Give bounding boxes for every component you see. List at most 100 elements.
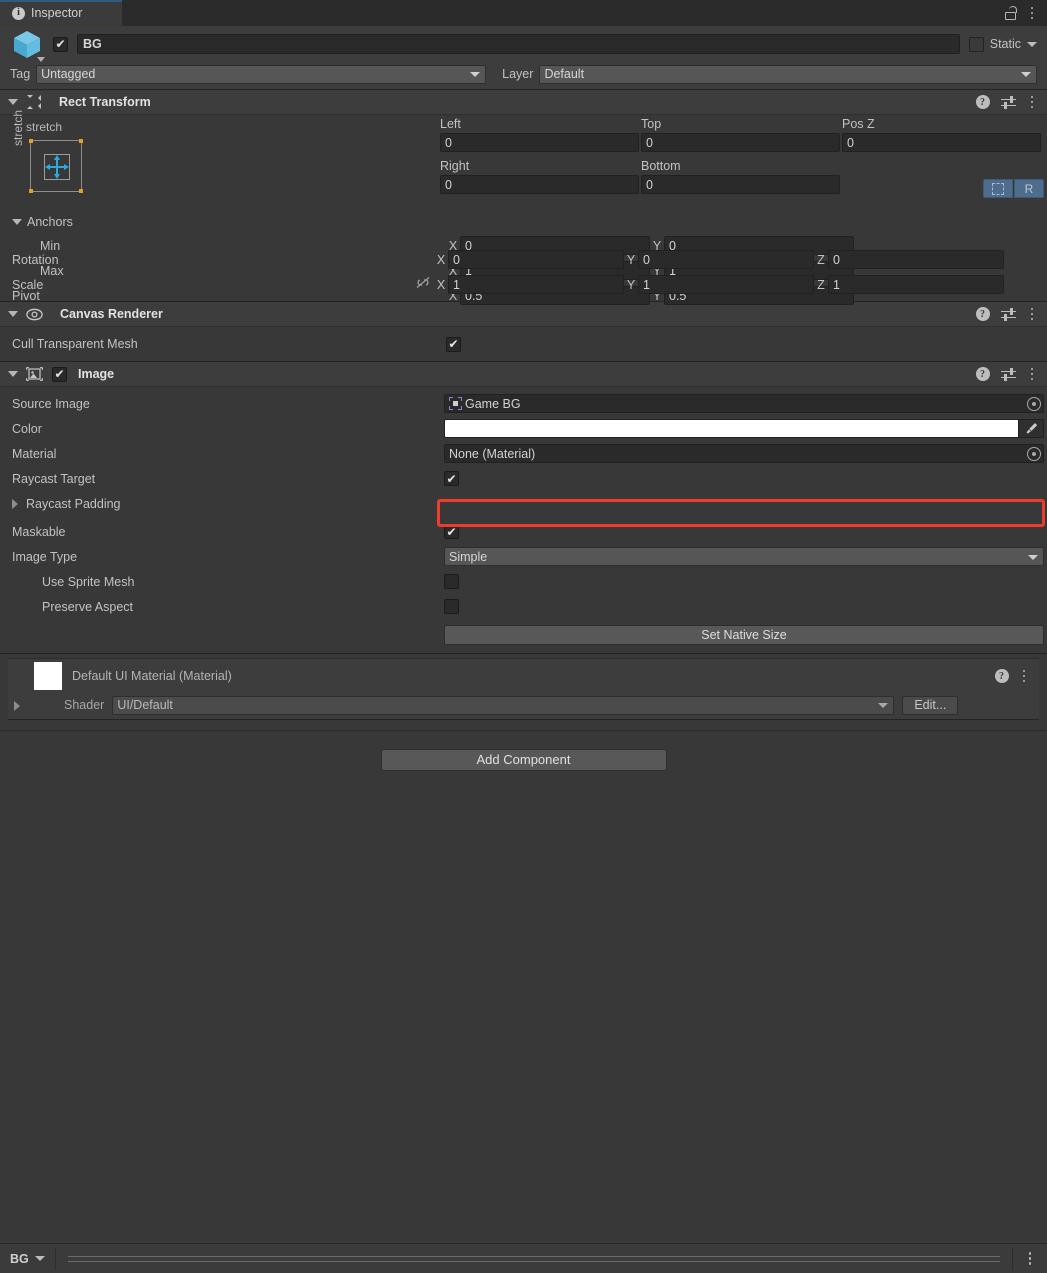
rotation-x-input[interactable]: 0 (448, 250, 624, 269)
foldout-collapsed-icon[interactable] (12, 498, 18, 509)
static-dropdown-icon[interactable] (1027, 41, 1037, 47)
kebab-menu-icon[interactable] (1019, 668, 1030, 685)
blueprint-raw-toggle-group: R (983, 179, 1044, 198)
color-swatch-field[interactable] (444, 419, 1044, 438)
image-title: Image (78, 367, 115, 381)
anchor-preset-widget[interactable]: stretch stretch (8, 110, 100, 212)
preserve-aspect-checkbox[interactable]: ✔ (444, 599, 459, 614)
kebab-menu-icon[interactable] (1027, 306, 1038, 323)
layer-dropdown[interactable]: Default (539, 64, 1037, 84)
add-component-button[interactable]: Add Component (380, 748, 667, 771)
foldout-collapsed-icon[interactable] (14, 701, 20, 711)
material-row: Material None (Material) (0, 441, 1047, 466)
sprite-icon (449, 397, 462, 410)
rotation-z-input[interactable]: 0 (828, 250, 1004, 269)
image-type-value: Simple (449, 549, 488, 564)
constrain-proportions-off-icon[interactable] (412, 276, 434, 293)
inspector-tabbar: i Inspector (0, 0, 1047, 26)
left-input[interactable]: 0 (440, 133, 639, 152)
preset-icon[interactable] (1000, 95, 1016, 109)
help-icon[interactable]: ? (975, 307, 990, 321)
scale-y-input[interactable]: 1 (638, 275, 814, 294)
axis-z-label: Z (817, 277, 825, 292)
foldout-icon[interactable] (8, 371, 18, 377)
help-icon[interactable]: ? (975, 367, 990, 381)
rotation-y-input[interactable]: 0 (638, 250, 814, 269)
cull-transparent-mesh-checkbox[interactable]: ✔ (446, 336, 461, 352)
rect-transform-header-icons: ? (975, 94, 1038, 111)
image-header-icons: ? (975, 366, 1038, 383)
material-field[interactable]: None (Material) (444, 444, 1044, 463)
prefab-cube-icon[interactable] (10, 27, 45, 62)
lock-open-icon[interactable] (1004, 6, 1017, 20)
kebab-menu-icon[interactable] (1027, 94, 1038, 111)
bottom-input[interactable]: 0 (641, 175, 840, 194)
tag-value: Untagged (41, 67, 96, 81)
image-enabled-checkbox[interactable]: ✔ (52, 366, 67, 382)
eyedropper-icon[interactable] (1018, 419, 1044, 438)
rect-transform-title: Rect Transform (59, 95, 151, 109)
kebab-menu-icon[interactable] (1025, 1250, 1036, 1267)
source-image-row: Source Image Game BG (0, 391, 1047, 416)
use-sprite-mesh-label: Use Sprite Mesh (42, 574, 135, 589)
static-label: Static (989, 37, 1021, 51)
foldout-icon[interactable] (8, 99, 18, 105)
material-panel-title: Default UI Material (Material) (72, 669, 232, 683)
preset-icon[interactable] (1000, 367, 1016, 381)
material-preview-thumbnail (34, 662, 62, 690)
tag-dropdown[interactable]: Untagged (36, 64, 487, 84)
foldout-icon[interactable] (12, 219, 22, 225)
blueprint-mode-button[interactable] (983, 179, 1013, 198)
raycast-padding-label: Raycast Padding (26, 496, 121, 511)
right-input[interactable]: 0 (440, 175, 639, 194)
top-input[interactable]: 0 (641, 133, 840, 152)
component-rect-transform: Rect Transform ? stretch stretch Left 0 … (0, 90, 1047, 305)
raycast-target-row: Raycast Target ✔ (0, 466, 1047, 491)
gameobject-name-input[interactable]: BG (77, 34, 960, 54)
gameobject-header: ✔ BG ✔ Static Tag Untagged Layer Default (0, 26, 1047, 90)
set-native-size-button[interactable]: Set Native Size (444, 624, 1044, 645)
source-image-label: Source Image (12, 396, 90, 411)
scale-z-input[interactable]: 1 (828, 275, 1004, 294)
canvas-renderer-header-icons: ? (975, 306, 1038, 323)
chevron-down-icon (878, 703, 889, 708)
raw-edit-mode-button[interactable]: R (1014, 179, 1044, 198)
image-header[interactable]: ✔ Image ? (0, 362, 1047, 387)
tab-inspector[interactable]: i Inspector (0, 0, 122, 26)
chevron-down-icon[interactable] (34, 1256, 45, 1261)
maskable-checkbox[interactable]: ✔ (444, 524, 459, 539)
help-icon[interactable]: ? (994, 669, 1009, 683)
component-image: ✔ Image ? Source Image Game BG Color Mat… (0, 362, 1047, 654)
image-type-dropdown[interactable]: Simple (444, 547, 1044, 566)
right-label: Right (440, 159, 470, 173)
tab-inspector-label: Inspector (31, 6, 83, 20)
shader-edit-button[interactable]: Edit... (902, 695, 959, 715)
posz-label: Pos Z (842, 117, 875, 131)
rect-transform-header[interactable]: Rect Transform ? (0, 90, 1047, 115)
chevron-down-icon[interactable] (37, 57, 45, 62)
object-picker-icon[interactable] (1027, 396, 1041, 411)
kebab-menu-icon[interactable] (1027, 5, 1038, 22)
source-image-field[interactable]: Game BG (444, 394, 1044, 413)
posz-input[interactable]: 0 (842, 133, 1041, 152)
scale-x-input[interactable]: 1 (448, 275, 624, 294)
gameobject-enabled-checkbox[interactable]: ✔ (53, 36, 68, 52)
static-checkbox[interactable]: ✔ (968, 36, 984, 52)
use-sprite-mesh-checkbox[interactable]: ✔ (444, 574, 459, 589)
breadcrumb-bg[interactable]: BG (0, 1247, 56, 1270)
breadcrumb-bar: BG (0, 1243, 1047, 1273)
right-field-group: Right 0 (440, 157, 639, 194)
breadcrumb-menu[interactable] (1011, 1247, 1047, 1270)
material-panel-header: Default UI Material (Material) ? (8, 659, 1039, 693)
help-icon[interactable]: ? (975, 95, 990, 109)
canvas-renderer-title: Canvas Renderer (60, 307, 163, 321)
foldout-icon[interactable] (8, 311, 18, 317)
object-picker-icon[interactable] (1027, 446, 1041, 461)
raycast-padding-row[interactable]: Raycast Padding (0, 491, 1047, 516)
anchors-foldout-row[interactable]: Anchors (0, 211, 1047, 233)
shader-dropdown[interactable]: UI/Default (112, 695, 895, 715)
preset-icon[interactable] (1000, 307, 1016, 321)
shader-value: UI/Default (117, 698, 173, 712)
raycast-target-checkbox[interactable]: ✔ (444, 471, 459, 486)
kebab-menu-icon[interactable] (1027, 366, 1038, 383)
